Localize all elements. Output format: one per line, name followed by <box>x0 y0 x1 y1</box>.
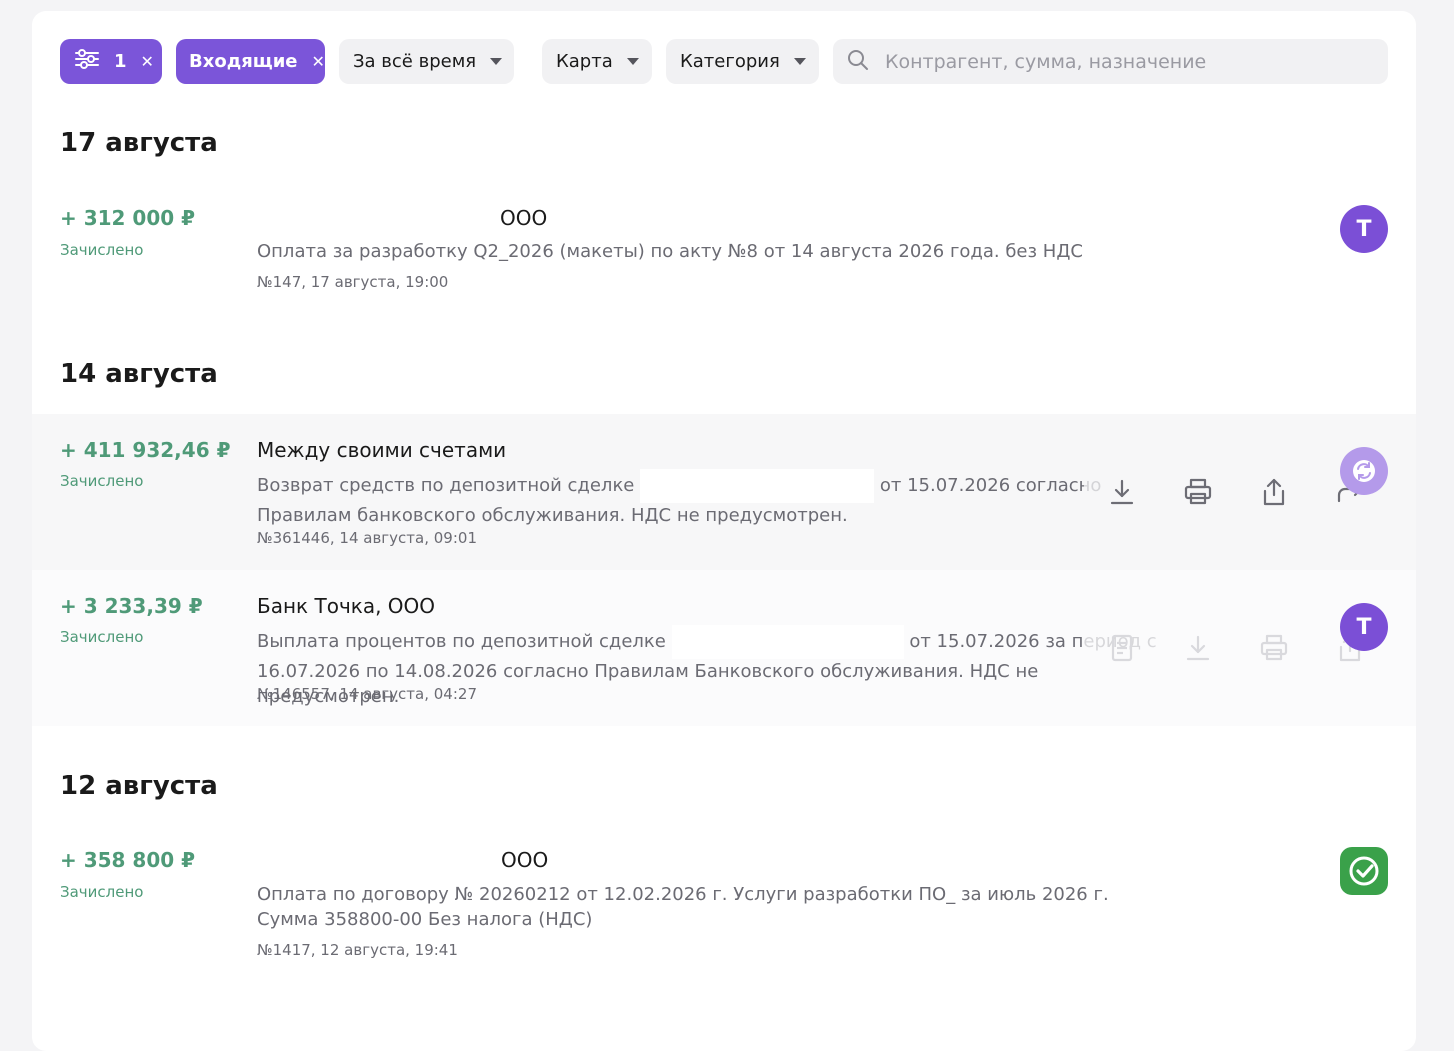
tx-amount: + 3 233,39 ₽ <box>60 594 203 618</box>
print-icon[interactable] <box>1178 472 1218 512</box>
chevron-down-icon <box>793 58 806 65</box>
tx-status: Зачислено <box>60 241 144 259</box>
row-actions <box>1084 414 1388 570</box>
tx-counterparty: Между своими счетами <box>257 438 507 462</box>
redaction-mask <box>640 469 875 503</box>
transaction-row[interactable]: + 312 000 ₽ Зачислено ООО Оплата за разр… <box>32 187 1416 307</box>
search-box[interactable] <box>833 39 1388 84</box>
transfer-icon <box>1340 447 1388 495</box>
params-filter-chip[interactable]: 1 ✕ <box>60 39 162 84</box>
chevron-down-icon <box>490 58 503 65</box>
document-icon[interactable] <box>1102 628 1142 668</box>
date-heading: 12 августа <box>60 771 218 801</box>
redaction-mask <box>671 625 904 659</box>
chevron-down-icon <box>626 58 639 65</box>
date-heading: 17 августа <box>60 128 218 158</box>
download-icon[interactable] <box>1102 472 1142 512</box>
bank-logo-icon: T <box>1340 603 1388 651</box>
tx-meta: №147, 17 августа, 19:00 <box>257 273 449 291</box>
tx-purpose-part: Возврат средств по депозитной сделке <box>257 475 635 496</box>
print-icon[interactable] <box>1254 628 1294 668</box>
download-icon[interactable] <box>1178 628 1218 668</box>
tx-amount: + 312 000 ₽ <box>60 206 196 230</box>
transaction-row[interactable]: + 3 233,39 ₽ Зачислено Банк Точка, ООО В… <box>32 570 1416 726</box>
transaction-row[interactable]: + 358 800 ₽ Зачислено ООО Оплата по дого… <box>32 829 1416 969</box>
tx-purpose-part: Выплата процентов по депозитной сделке <box>257 631 666 652</box>
tx-purpose: Оплата за разработку Q2_2026 (макеты) по… <box>257 241 1083 262</box>
tx-counterparty: Банк Точка, ООО <box>257 594 436 618</box>
period-dropdown[interactable]: За всё время <box>339 39 514 84</box>
card-label: Карта <box>556 51 613 72</box>
period-label: За всё время <box>353 51 477 72</box>
direction-label: Входящие <box>189 51 298 72</box>
row-actions <box>1084 570 1388 726</box>
date-heading: 14 августа <box>60 359 218 389</box>
tx-counterparty: ООО <box>501 848 549 872</box>
tx-purpose: Возврат средств по депозитной сделке от … <box>257 469 1167 528</box>
transaction-row[interactable]: + 411 932,46 ₽ Зачислено Между своими сч… <box>32 414 1416 570</box>
search-icon <box>847 49 869 75</box>
card-dropdown[interactable]: Карта <box>542 39 652 84</box>
tx-status: Зачислено <box>60 472 144 490</box>
params-count: 1 <box>114 51 127 72</box>
tx-meta: №361446, 14 августа, 09:01 <box>257 529 477 547</box>
tx-meta: №146557, 14 августа, 04:27 <box>257 685 477 703</box>
category-dropdown[interactable]: Категория <box>666 39 819 84</box>
tx-amount: + 411 932,46 ₽ <box>60 438 231 462</box>
sliders-icon <box>74 48 100 75</box>
tx-status: Зачислено <box>60 628 144 646</box>
share-icon[interactable] <box>1254 472 1294 512</box>
close-icon[interactable]: ✕ <box>141 52 154 71</box>
tx-status: Зачислено <box>60 883 144 901</box>
tx-amount: + 358 800 ₽ <box>60 848 196 872</box>
search-input[interactable] <box>883 49 1367 74</box>
close-icon[interactable]: ✕ <box>312 52 325 71</box>
operations-card: 1 ✕ Входящие ✕ За всё время Карта Катего… <box>32 11 1416 1051</box>
bank-logo-icon: T <box>1340 205 1388 253</box>
direction-filter-chip[interactable]: Входящие ✕ <box>176 39 325 84</box>
tx-purpose: Оплата по договору № 20260212 от 12.02.2… <box>257 884 1109 930</box>
tx-meta: №1417, 12 августа, 19:41 <box>257 941 458 959</box>
check-icon <box>1340 847 1388 895</box>
tx-counterparty: ООО <box>500 206 548 230</box>
category-label: Категория <box>680 51 780 72</box>
